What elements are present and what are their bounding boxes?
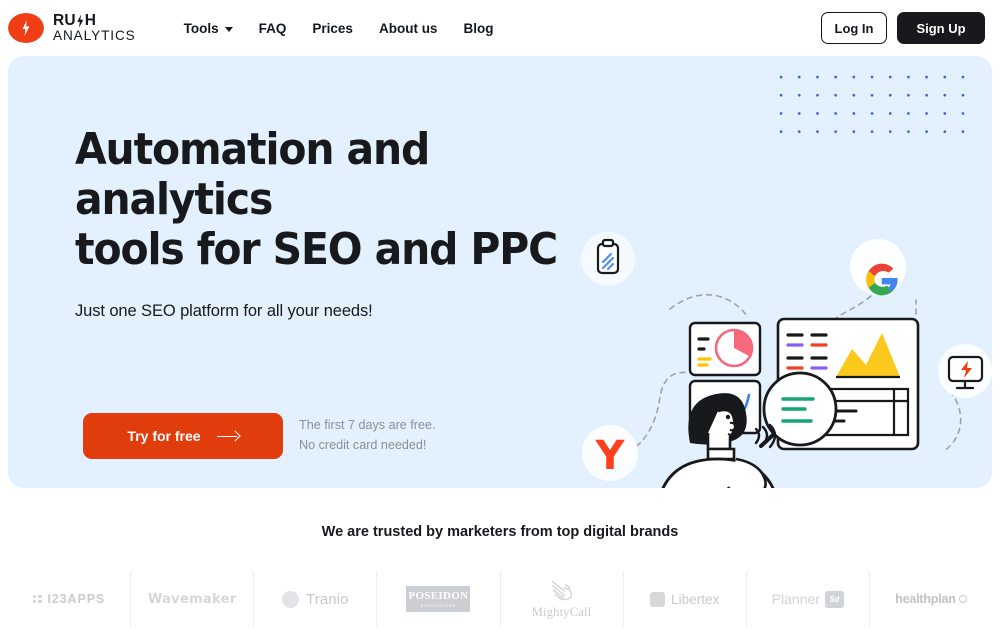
brand-label-libertex: Libertex [671,591,720,607]
decorative-dot-grid [770,64,970,136]
trusted-heading: We are trusted by marketers from top dig… [321,524,679,540]
landing-page: RU H ANALYTICS Tools FAQ Prices About us… [0,0,1000,643]
nav-item-blog[interactable]: Blog [463,21,493,36]
brand-label-poseidon: POSEIDON [408,589,469,602]
nav-label-tools: Tools [183,20,219,36]
monitor-bolt-badge-icon [938,344,992,398]
yandex-badge-icon: Y [582,425,638,481]
site-logo[interactable]: RU H ANALYTICS [8,13,136,43]
brand-logo-tranio: Tranio [254,571,378,627]
brand-label-mightycall: MightyCall [531,604,592,619]
paw-icon [551,580,572,600]
logo-line2: ANALYTICS [53,27,136,43]
brand-logo-poseidon: POSEIDON EXPEDITIONS [377,571,501,627]
hero-section: Automation and analytics tools for SEO a… [8,56,992,488]
brand-label-123apps: I23APPS [47,592,106,606]
nav-item-faq[interactable]: FAQ [259,21,287,36]
main-navigation: Tools FAQ Prices About us Blog [184,21,494,36]
arrow-right-icon [216,431,239,441]
brand-logo-wavemaker: Wavemaker [131,571,255,627]
google-badge-icon [850,239,906,296]
hero-cta-row: Try for free The first 7 days are free. … [83,413,436,459]
logo-bolt-letter-icon [77,14,84,28]
brand-sublabel-poseidon: EXPEDITIONS [420,603,457,608]
nav-item-tools[interactable]: Tools [184,21,233,36]
hero-subtitle: Just one SEO platform for all your needs… [75,302,373,321]
log-in-button[interactable]: Log In [821,12,887,44]
page-title: Automation and analytics tools for SEO a… [75,124,558,276]
logo-line1-prefix: RU [53,12,76,30]
brand-logo-strip: I23APPS Wavemaker Tranio POSEIDON EXPEDI… [8,562,992,636]
logo-line1-suffix: H [84,12,97,30]
logo-text: RU H ANALYTICS [53,13,136,43]
planner-badge-icon: 5d [824,590,844,608]
document-badge-icon [581,232,635,286]
cta-note: The first 7 days are free. No credit car… [299,418,436,452]
svg-text:Y: Y [595,433,626,479]
header-actions: Log In Sign Up [821,12,985,44]
dots-icon [32,594,43,604]
brand-label-wavemaker: Wavemaker [147,591,237,607]
rush-analytics-logo-mark [8,13,44,43]
chevron-down-icon [224,26,233,32]
brand-logo-healthplan: healthplan [870,571,992,627]
brand-label-tranio: Tranio [306,590,349,608]
sign-up-button[interactable]: Sign Up [897,12,985,44]
site-header: RU H ANALYTICS Tools FAQ Prices About us… [0,0,1000,56]
brand-label-planner5d: Planner [771,591,820,607]
hero-illustration: Y [581,232,992,488]
circle-icon [958,595,967,603]
hero-copy: Automation and analytics tools for SEO a… [75,124,655,321]
brand-logo-mightycall: MightyCall [501,571,624,627]
brand-label-healthplan: healthplan [895,592,956,606]
try-for-free-label: Try for free [127,428,201,444]
nav-item-about-us[interactable]: About us [379,21,438,36]
brand-logo-123apps: I23APPS [8,571,132,627]
brand-logo-planner5d: Planner 5d [747,571,870,627]
globe-icon [282,590,300,608]
libertex-mark-icon [650,591,666,607]
brand-logo-libertex: Libertex [624,571,747,627]
try-for-free-button[interactable]: Try for free [83,413,283,459]
nav-item-prices[interactable]: Prices [312,21,353,36]
